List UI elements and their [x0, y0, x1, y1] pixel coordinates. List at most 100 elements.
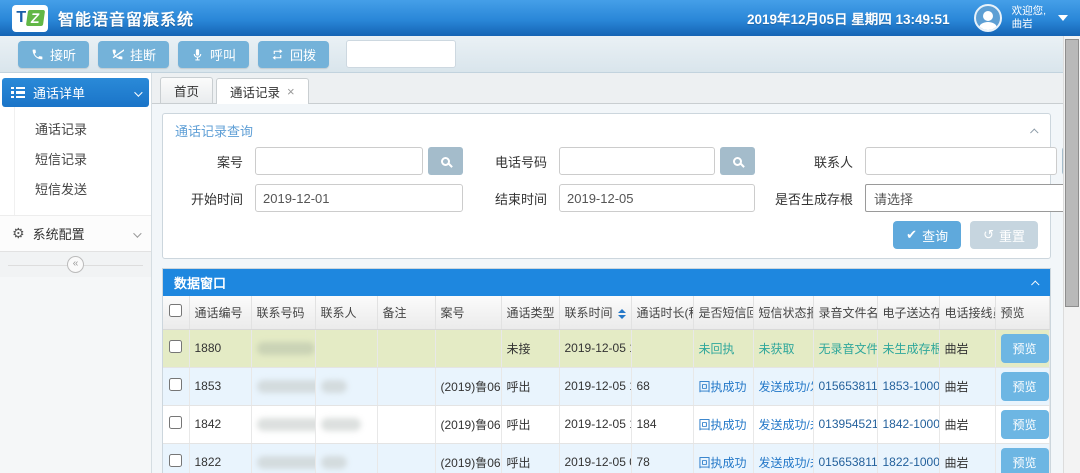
- col-preview: 预览: [995, 296, 1050, 330]
- hangup-button[interactable]: 挂断: [98, 40, 170, 68]
- callback-refresh-icon: [272, 48, 283, 60]
- phone-slash-icon: [112, 48, 125, 59]
- select-all-checkbox[interactable]: [169, 304, 183, 318]
- phone-toolbar: 接听 挂断 呼叫 回拨: [0, 36, 1063, 73]
- end-time-input[interactable]: [559, 184, 755, 212]
- cell-sms-receipt: 回执成功: [693, 443, 754, 473]
- phone-search-button[interactable]: [720, 147, 755, 175]
- close-icon[interactable]: ×: [287, 85, 295, 98]
- search-icon: [441, 156, 450, 166]
- phone-number-input[interactable]: [559, 147, 715, 175]
- query-button[interactable]: ✔ 查询: [893, 221, 962, 249]
- welcome-line1: 欢迎您,: [1011, 5, 1046, 18]
- tab-home[interactable]: 首页: [160, 77, 214, 103]
- phone-number-label: 电话号码: [494, 154, 547, 170]
- table-row[interactable]: 1880 未接 2019-12-05 11 未回执 未获取 无录音文件: [163, 329, 1050, 368]
- chevron-up-icon[interactable]: [1031, 275, 1040, 290]
- preview-button[interactable]: 预览: [1000, 333, 1049, 363]
- case-search-button[interactable]: [428, 147, 463, 175]
- table-row[interactable]: 1842 (2019)鲁0681民 呼出 2019-12-05 10 184 回…: [163, 405, 1050, 444]
- cell-operator: 曲岩: [939, 405, 996, 444]
- row-checkbox[interactable]: [169, 340, 183, 353]
- row-checkbox[interactable]: [169, 378, 183, 391]
- start-time-input[interactable]: [255, 184, 463, 212]
- cell-contact-redacted: [315, 405, 378, 444]
- row-checkbox[interactable]: [169, 416, 183, 429]
- cell-call-id: 1822: [189, 443, 252, 473]
- sidebar-group-system-config[interactable]: ⚙ 系统配置: [0, 215, 151, 251]
- table-header-row: 通话编号 联系号码 联系人 备注 案号 通话类型 联系时间 通话时长(秒) 是否…: [163, 296, 1050, 330]
- cell-operator: 曲岩: [939, 367, 996, 406]
- chevron-up-icon[interactable]: [1030, 123, 1039, 138]
- query-panel: 通话记录查询 案号 电话号码 联系人 开始时间 2019-12-01 结束时间 …: [162, 113, 1063, 259]
- cell-remark: [377, 443, 436, 473]
- cell-sms-receipt: 回执成功: [693, 405, 754, 444]
- sidebar-group-label: 系统配置: [32, 227, 85, 242]
- end-time-label: 结束时间: [494, 191, 547, 207]
- user-menu-caret-icon[interactable]: [1058, 15, 1068, 21]
- cell-case-no: (2019)鲁0681民: [435, 405, 502, 444]
- start-time-label: 开始时间: [190, 191, 243, 207]
- cell-sms-status: 发送成功/发送成功: [753, 367, 814, 406]
- cell-contact-time: 2019-12-05 11: [559, 329, 632, 368]
- preview-button[interactable]: 预览: [1000, 371, 1049, 401]
- row-checkbox[interactable]: [169, 454, 183, 467]
- user-avatar-icon[interactable]: [973, 4, 1002, 32]
- call-label: 呼叫: [210, 47, 237, 63]
- col-operator: 电话接线员: [939, 296, 996, 330]
- cell-contact-time: 2019-12-05 10: [559, 405, 632, 444]
- col-contact-time[interactable]: 联系时间: [559, 296, 632, 330]
- sidebar: 通话详单 通话记录 短信记录 短信发送 ⚙ 系统配置 «: [0, 73, 152, 473]
- cell-call-id: 1842: [189, 405, 252, 444]
- call-records-table: 通话编号 联系号码 联系人 备注 案号 通话类型 联系时间 通话时长(秒) 是否…: [163, 296, 1050, 473]
- answer-button[interactable]: 接听: [18, 40, 90, 68]
- cell-call-id: 1853: [189, 367, 252, 406]
- vertical-scrollbar[interactable]: [1063, 36, 1080, 473]
- sidebar-group-call-details[interactable]: 通话详单: [2, 78, 149, 107]
- case-number-input[interactable]: [255, 147, 423, 175]
- stub-select[interactable]: 请选择: [865, 184, 1063, 212]
- cell-recording-file: 015653811869: [813, 443, 878, 473]
- stub-select-value: 请选择: [874, 191, 914, 207]
- cell-contact-time: 2019-12-05 10: [559, 367, 632, 406]
- sidebar-collapse-button[interactable]: «: [67, 256, 84, 273]
- reset-button[interactable]: ↺ 重置: [970, 221, 1038, 249]
- data-window-title: 数据窗口: [174, 276, 227, 291]
- cell-duration: 68: [631, 367, 694, 406]
- sidebar-item-sms-records[interactable]: 短信记录: [15, 145, 151, 175]
- search-icon: [733, 156, 742, 166]
- cell-sms-status: 未获取: [753, 329, 814, 368]
- cell-contact-number-redacted: [251, 329, 316, 368]
- table-row[interactable]: 1822 (2019)鲁0681民 呼出 2019-12-05 09 78 回执…: [163, 443, 1050, 473]
- cell-recording-file: 无录音文件: [813, 329, 878, 368]
- header-datetime: 2019年12月05日 星期四 13:49:51: [746, 12, 950, 27]
- contact-input[interactable]: [865, 147, 1057, 175]
- preview-button[interactable]: 预览: [1000, 447, 1049, 473]
- reset-icon: ↺: [983, 227, 994, 242]
- sort-icon[interactable]: [617, 308, 626, 319]
- callback-button[interactable]: 回拨: [258, 40, 330, 68]
- cell-call-type: 呼出: [501, 405, 560, 444]
- col-sms-status: 短信状态报告: [753, 296, 814, 330]
- col-recording-file: 录音文件名称: [813, 296, 878, 330]
- contact-label: 联系人: [813, 154, 853, 170]
- col-duration: 通话时长(秒): [631, 296, 694, 330]
- tab-call-records[interactable]: 通话记录 ×: [216, 78, 309, 104]
- preview-button[interactable]: 预览: [1000, 409, 1049, 439]
- phone-icon: [32, 49, 43, 59]
- scrollbar-thumb[interactable]: [1065, 39, 1079, 307]
- call-button[interactable]: 呼叫: [178, 40, 250, 68]
- cell-case-no: [435, 329, 502, 368]
- sidebar-item-sms-send[interactable]: 短信发送: [15, 175, 151, 205]
- gear-icon: ⚙: [12, 225, 25, 241]
- cell-sms-status: 发送成功/未获取: [753, 405, 814, 444]
- list-icon: [11, 86, 25, 99]
- callback-label: 回拨: [290, 47, 317, 63]
- sidebar-empty-area: [0, 277, 151, 473]
- col-remark: 备注: [377, 296, 436, 330]
- cell-contact-time: 2019-12-05 09: [559, 443, 632, 473]
- sidebar-item-call-records[interactable]: 通话记录: [15, 115, 151, 145]
- cell-sms-status: 发送成功/未获取: [753, 443, 814, 473]
- table-row[interactable]: 1853 (2019)鲁0681民 呼出 2019-12-05 10 68 回执…: [163, 367, 1050, 406]
- dial-number-input[interactable]: [346, 40, 457, 68]
